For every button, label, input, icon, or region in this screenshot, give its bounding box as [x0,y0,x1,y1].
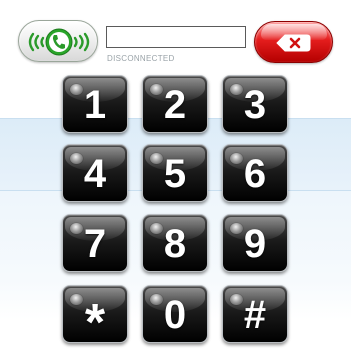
keypad-key-hash[interactable]: # [222,285,288,343]
number-display-field[interactable] [106,26,246,48]
keypad-key-3[interactable]: 3 [222,75,288,133]
keypad-key-9[interactable]: 9 [222,214,288,272]
keypad-key-6[interactable]: 6 [222,144,288,202]
keypad-key-star[interactable]: * [62,285,128,343]
keypad-key-2[interactable]: 2 [142,75,208,133]
keypad-key-5[interactable]: 5 [142,144,208,202]
keypad-key-4[interactable]: 4 [62,144,128,202]
phone-handset-icon [28,28,90,56]
key-label: 3 [243,83,267,127]
key-label: * [84,294,106,343]
key-label: 6 [243,152,267,196]
keypad-key-0[interactable]: 0 [142,285,208,343]
key-label: 5 [163,152,187,196]
clear-button[interactable] [254,21,333,63]
keypad-key-7[interactable]: 7 [62,214,128,272]
key-label: 1 [83,83,107,127]
key-label: 0 [163,293,187,337]
key-label: 4 [83,152,107,196]
key-label: 2 [163,83,187,127]
key-label: 8 [163,222,187,266]
keypad-key-1[interactable]: 1 [62,75,128,133]
key-label: 7 [83,222,107,266]
keypad-key-8[interactable]: 8 [142,214,208,272]
backspace-icon [276,34,311,52]
connection-status: DISCONNECTED [107,54,175,63]
key-label: 9 [243,222,267,266]
key-label: # [243,293,267,337]
call-button[interactable] [18,20,98,62]
